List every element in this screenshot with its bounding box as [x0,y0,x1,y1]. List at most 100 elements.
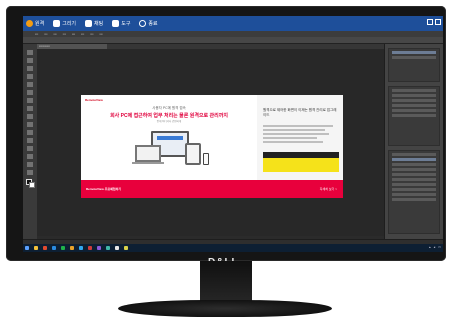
layer-row[interactable] [392,168,436,171]
move-tool-icon[interactable] [27,50,33,55]
layer-row[interactable] [392,178,436,181]
text-line [263,129,325,131]
banner-right: 원격으로 제어한 화면이 이제는 원격 관리로 업그레이드 [257,95,343,180]
banner-bottom-text: RemoteView 무료체험하기 [86,187,122,191]
text-line [263,125,333,127]
app-icon[interactable] [61,246,65,250]
window-close-icon[interactable] [435,19,441,25]
tools-panel [23,44,37,239]
app-icon[interactable] [52,246,56,250]
remote-control-toolbar: 원격 그리기 채팅 도구 종료 [23,16,443,31]
layer-row[interactable] [392,173,436,176]
panel-row [392,89,436,92]
background-color-swatch[interactable] [29,182,35,188]
banner-headline-main: 회사 PC에 접근하여 업무 처리는 물론 원격으로 관리까지 [110,113,228,119]
brush-tool-icon[interactable] [27,106,33,111]
pen-tool-icon[interactable] [27,146,33,151]
banner-bottom-strip: RemoteView 무료체험하기 자세히 보기 > [81,180,343,198]
overlay-item-tools[interactable]: 도구 [112,20,130,27]
panel-row [392,99,436,102]
panel-row [392,51,436,54]
lasso-tool-icon[interactable] [27,66,33,71]
system-tray: ▴ ◂ ▭ [429,245,441,249]
banner-bottom-link: 자세히 보기 > [319,187,337,191]
panel-row [392,114,436,117]
layer-row[interactable] [392,183,436,186]
text-line [263,133,329,135]
start-icon[interactable] [25,246,29,250]
laptop-illustration [135,145,161,162]
laptop-base [132,162,164,164]
eraser-tool-icon[interactable] [27,122,33,127]
overlay-label: 원격 [35,21,45,27]
eyedropper-tool-icon[interactable] [27,90,33,95]
app-icon[interactable] [115,246,119,250]
layer-row[interactable] [392,153,436,156]
app-icon[interactable] [97,246,101,250]
app-icon[interactable] [70,246,74,250]
overlay-item-draw[interactable]: 그리기 [53,20,76,27]
layers-panel[interactable] [388,150,440,234]
monitor-stand-neck [200,261,252,302]
explorer-icon[interactable] [34,246,38,250]
text-line [263,141,323,143]
layer-row[interactable] [392,188,436,191]
overlay-item-exit[interactable]: 종료 [139,20,158,27]
app-icon[interactable] [106,246,110,250]
overlay-item-remote[interactable]: 원격 [26,20,44,27]
network-icon[interactable]: ▴ [429,245,431,249]
text-line [263,137,317,139]
monitor-screen: 원격 그리기 채팅 도구 종료 ▪▪▪ ▪▪▪ ▪▪▪ ▪▪▪ ▪▪▪ ▪▪▪ … [23,16,443,252]
overlay-label: 종료 [148,21,158,27]
banner-logo: RemoteView [85,98,103,102]
healing-tool-icon[interactable] [27,98,33,103]
tablet-illustration [185,143,201,165]
overlay-label: 그리기 [62,21,77,27]
shape-tool-icon[interactable] [27,154,33,159]
overlay-label: 도구 [121,21,131,27]
properties-panel[interactable] [388,86,440,146]
chat-icon [85,20,93,27]
gradient-tool-icon[interactable] [27,130,33,135]
window-restore-icon[interactable] [427,19,433,25]
app-icon[interactable] [88,246,92,250]
app-icon[interactable] [43,246,47,250]
wand-tool-icon[interactable] [27,74,33,79]
clock-icon[interactable]: ▭ [438,245,441,249]
banner-headline-top: 사용자 PC에 원격 접속 [152,106,186,110]
banner-right-title: 원격으로 제어한 화면이 이제는 원격 관리로 업그레이드 [263,108,337,117]
banner-artwork: RemoteView 사용자 PC에 원격 접속 회사 PC에 접근하여 업무 … [81,95,343,198]
panel-row [392,104,436,107]
pen-icon [53,20,61,27]
marquee-tool-icon[interactable] [27,58,33,63]
panel-row [392,56,436,59]
phone-illustration [203,153,209,165]
remote-icon [26,20,33,27]
layer-row[interactable] [392,193,436,196]
monitor-stand-base [118,300,332,317]
crop-tool-icon[interactable] [27,82,33,87]
layer-row[interactable] [392,158,436,161]
type-tool-icon[interactable] [27,138,33,143]
yellow-block [263,158,339,172]
banner-left: RemoteView 사용자 PC에 원격 접속 회사 PC에 접근하여 업무 … [81,95,257,180]
stamp-tool-icon[interactable] [27,114,33,119]
hand-tool-icon[interactable] [27,162,33,167]
app-icon[interactable] [124,246,128,250]
overlay-item-chat[interactable]: 채팅 [85,20,103,27]
banner-headline-sub: 언제 어디서나 간편하게 [156,120,182,123]
panel-row [392,109,436,112]
zoom-tool-icon[interactable] [27,170,33,175]
layer-row[interactable] [392,163,436,166]
tools-icon [112,20,120,27]
devices-illustration [129,131,209,169]
windows-taskbar: ▴ ◂ ▭ [23,244,443,252]
photoshop-icon[interactable] [79,246,83,250]
overlay-label: 채팅 [94,21,104,27]
monitor-bezel: 원격 그리기 채팅 도구 종료 ▪▪▪ ▪▪▪ ▪▪▪ ▪▪▪ ▪▪▪ ▪▪▪ … [6,6,446,268]
layer-row[interactable] [392,198,436,201]
navigator-panel[interactable] [388,48,440,82]
options-bar [23,37,443,44]
volume-icon[interactable]: ◂ [434,245,436,249]
power-icon [139,20,147,27]
